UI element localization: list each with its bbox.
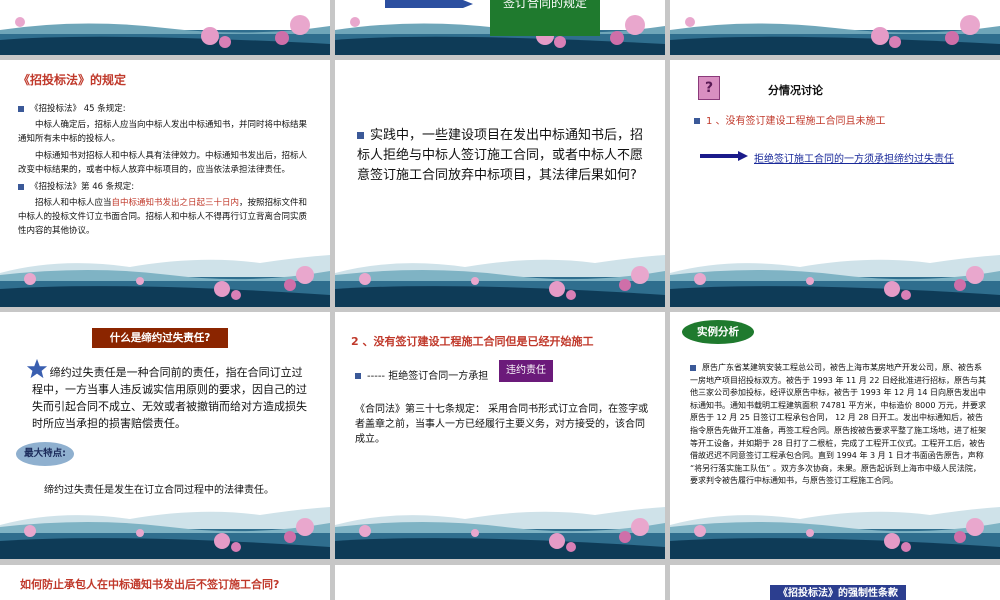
case-label: 实例分析 [682,320,754,344]
bullet-square-icon [18,105,24,112]
bullet-square-icon [694,118,700,124]
feature-badge: 最大特点: [16,442,74,466]
slide-banner-bottom [670,503,1000,559]
case-item-text: 1 、没有签订建设工程施工合同且未施工 [706,116,886,127]
question-icon: ? [704,80,714,96]
bullet-square-icon [18,183,24,190]
case-item: 1 、没有签订建设工程施工合同且未施工 [694,112,886,127]
slide-11 [335,565,665,600]
slide-8: 2 、没有签订建设工程施工合同但是已经开始施工 ----- 拒绝签订合同一方承担… [335,312,665,559]
para: 中标人确定后，招标人应当向中标人发出中标通知书，并同时将中标结果通知所有未中标的… [18,120,308,144]
case-label-text: 实例分析 [697,326,739,338]
case-text-content: 原告广东省某建筑安装工程总公司，被告上海市某房地产开发公司，原、被告系一房地产项… [690,363,986,486]
title-box: 什么是缔约过失责任? [92,328,228,348]
feature-label: 最大特点: [24,448,66,459]
responsibility-link[interactable]: 拒绝签订施工合同的一方须承担缔约过失责任 [754,150,954,165]
bullet-square-icon [357,132,364,139]
case-item-text: ----- 拒绝签订合同一方承担 [367,371,489,382]
slide-3 [670,0,1000,55]
slide-banner-bottom [0,251,330,307]
arrow-right-icon [700,151,748,161]
bullet-45: 《招投标法》 45 条规定: 中标人确定后，招标人应当向中标人发出中标通知书，并… [18,102,308,238]
slide-title: 什么是缔约过失责任? [109,332,211,344]
title-box: 《招投标法》的强制性条款 [770,585,906,600]
slide-banner-bottom [335,503,665,559]
slide-12: 《招投标法》的强制性条款 [670,565,1000,600]
liability-tag-text: 违约责任 [506,365,546,376]
text-pre: 招标人和中标人应当 [35,198,112,208]
law-text: 《合同法》第三十七条规定： 采用合同书形式订立合同，在签字或者盖章之前，当事人一… [355,404,649,445]
definition-text: 缔约过失责任是一种合同前的责任，指在合同订立过程中，一方当事人违反诚实信用原则的… [32,366,307,430]
para: 中标通知书对招标人和中标人具有法律效力。中标通知书发出后，招标人改变中标结果的，… [18,151,308,175]
case-item: ----- 拒绝签订合同一方承担 [355,367,488,382]
body-text: 实践中，一些建设项目在发出中标通知书后，招标人拒绝与中标人签订施工合同，或者中标… [357,126,647,186]
slide-1 [0,0,330,55]
green-box: 签订合同的规定 [490,0,600,36]
feature-text: 缔约过失责任是发生在订立合同过程中的法律责任。 [44,485,274,496]
bullet-head: 《招投标法》第 46 条规定: [30,182,135,192]
slide-2: 签订合同的规定 [335,0,665,55]
body-text-content: 实践中，一些建设项目在发出中标通知书后，招标人拒绝与中标人签订施工合同，或者中标… [357,128,644,183]
bullet-square-icon [690,364,696,371]
slide-title: 《招投标法》的规定 [18,73,127,87]
slide-banner-bottom [335,251,665,307]
bullet-square-icon [355,373,361,379]
slide-banner-bottom [0,503,330,559]
para: 招标人和中标人应当自中标通知书发出之日起三十日内，按照招标文件和中标人的投标文件… [18,196,308,238]
slide-7: 什么是缔约过失责任? 缔约过失责任是一种合同前的责任，指在合同订立过程中，一方当… [0,312,330,559]
case-text: 原告广东省某建筑安装工程总公司，被告上海市某房地产开发公司，原、被告系一房地产项… [690,362,986,488]
slide-title: 《招投标法》的强制性条款 [778,588,898,599]
slide-title: 2 、没有签订建设工程施工合同但是已经开始施工 [351,335,594,348]
text-highlight: 自中标通知书发出之日起三十日内 [111,198,240,208]
slide-title: 如何防止承包人在中标通知书发出后不签订施工合同? [20,578,280,591]
slide-title: 分情况讨论 [768,84,823,97]
slide-banner-bottom [670,0,1000,55]
slide-banner-bottom [670,251,1000,307]
liability-tag: 违约责任 [499,360,553,382]
question-box: ? [698,76,720,100]
green-box-text: 签订合同的规定 [502,0,587,10]
slide-9: 实例分析 原告广东省某建筑安装工程总公司，被告上海市某房地产开发公司，原、被告系… [670,312,1000,559]
slide-5: 实践中，一些建设项目在发出中标通知书后，招标人拒绝与中标人签订施工合同，或者中标… [335,60,665,307]
slide-banner-bottom [0,0,330,55]
slide-10: 如何防止承包人在中标通知书发出后不签订施工合同? [0,565,330,600]
bullet-head: 《招投标法》 45 条规定: [30,104,126,114]
slide-4: 《招投标法》的规定 《招投标法》 45 条规定: 中标人确定后，招标人应当向中标… [0,60,330,307]
slide-6: ? 分情况讨论 1 、没有签订建设工程施工合同且未施工 拒绝签订施工合同的一方须… [670,60,1000,307]
